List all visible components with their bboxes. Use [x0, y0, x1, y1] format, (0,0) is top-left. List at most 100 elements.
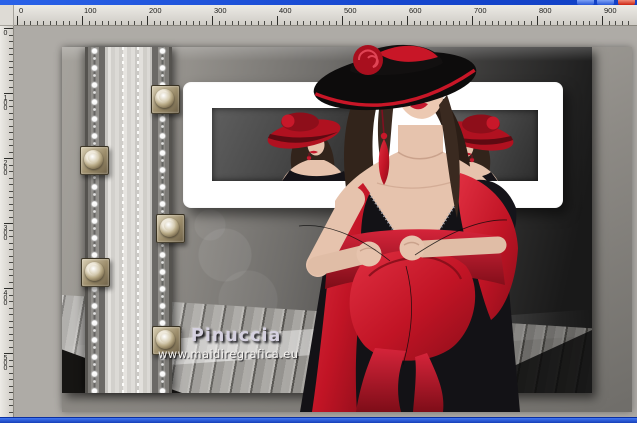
ruler-tick — [485, 21, 486, 25]
image-canvas[interactable]: Pinuccia www.maidiregrafica.eu — [13, 25, 637, 417]
ruler-tick — [9, 243, 13, 244]
ruler-tick — [9, 35, 13, 36]
ruler-tick — [557, 21, 558, 25]
ruler-tick — [583, 21, 584, 25]
ruler-tick — [355, 21, 356, 25]
ruler-tick — [563, 21, 564, 25]
ruler-tick — [9, 48, 13, 49]
ruler-tick — [375, 21, 376, 25]
ruler-label: 800 — [539, 6, 552, 15]
ruler-tick — [9, 327, 13, 328]
ruler-tick — [420, 21, 421, 25]
ruler-tick — [121, 21, 122, 25]
maximize-button[interactable] — [597, 0, 614, 5]
ruler-tick — [102, 21, 103, 25]
ruler-tick — [9, 347, 13, 348]
ruler-tick — [394, 21, 395, 25]
ruler-tick — [4, 158, 13, 159]
ruler-tick — [427, 21, 428, 25]
ruler-label: 500 — [2, 355, 8, 370]
ruler-tick — [9, 184, 13, 185]
ruler-tick — [9, 139, 13, 140]
ruler-tick — [4, 28, 13, 29]
ruler-tick — [4, 288, 13, 289]
ruler-tick — [63, 21, 64, 25]
metal-stud — [80, 146, 109, 175]
ruler-label: 200 — [2, 160, 8, 175]
ruler-tick — [9, 191, 13, 192]
ruler-tick — [381, 21, 382, 25]
ruler-tick — [9, 152, 13, 153]
ruler-tick — [9, 165, 13, 166]
ruler-tick — [362, 21, 363, 25]
ruler-tick — [9, 275, 13, 276]
ruler-tick — [505, 21, 506, 25]
ruler-tick — [9, 301, 13, 302]
ruler-tick — [89, 21, 90, 25]
close-button[interactable] — [618, 0, 635, 5]
ruler-tick — [4, 93, 13, 94]
ruler-tick — [76, 21, 77, 25]
ruler-tick — [264, 21, 265, 25]
ruler-label: 500 — [344, 6, 357, 15]
ruler-tick — [9, 334, 13, 335]
ruler-tick — [9, 405, 13, 406]
ruler-tick — [9, 386, 13, 387]
ruler-tick — [368, 21, 369, 25]
ruler-tick — [9, 308, 13, 309]
ruler-label: 900 — [604, 6, 617, 15]
ruler-tick — [576, 21, 577, 25]
website-text: www.maidiregrafica.eu — [158, 347, 298, 361]
ruler-tick — [9, 249, 13, 250]
ruler-left[interactable]: 0100200300400500 — [0, 25, 14, 417]
ruler-tick — [9, 113, 13, 114]
ruler-tick — [303, 21, 304, 25]
ruler-tick — [82, 16, 83, 25]
ruler-tick — [219, 21, 220, 25]
ruler-label: 0 — [2, 30, 8, 35]
ruler-tick — [160, 21, 161, 25]
ruler-tick — [349, 21, 350, 25]
ruler-tick — [472, 16, 473, 25]
ruler-tick — [9, 269, 13, 270]
ruler-corner — [0, 5, 14, 26]
stitch-line — [137, 47, 139, 393]
ruler-tick — [9, 54, 13, 55]
ruler-tick — [108, 21, 109, 25]
ruler-tick — [238, 21, 239, 25]
ruler-tick — [9, 321, 13, 322]
ruler-tick — [479, 21, 480, 25]
ruler-tick — [433, 21, 434, 25]
ruler-tick — [9, 204, 13, 205]
ruler-tick — [9, 236, 13, 237]
titlebar[interactable] — [0, 0, 637, 5]
ruler-tick — [596, 21, 597, 25]
ruler-tick — [622, 21, 623, 25]
ruler-tick — [342, 16, 343, 25]
ruler-tick — [9, 80, 13, 81]
ruler-tick — [388, 21, 389, 25]
ruler-tick — [9, 399, 13, 400]
ruler-tick — [9, 230, 13, 231]
ruler-tick — [37, 21, 38, 25]
ruler-tick — [9, 87, 13, 88]
ruler-tick — [466, 21, 467, 25]
ruler-tick — [128, 21, 129, 25]
ruler-tick — [9, 412, 13, 413]
ruler-tick — [69, 21, 70, 25]
ruler-tick — [492, 21, 493, 25]
ruler-tick — [30, 21, 31, 25]
minimize-button[interactable] — [577, 0, 594, 5]
ruler-label: 400 — [279, 6, 292, 15]
app-window: 0100200300400500600700800900 01002003004… — [0, 0, 637, 423]
ruler-tick — [407, 16, 408, 25]
ruler-tick — [9, 132, 13, 133]
ruler-top[interactable]: 0100200300400500600700800900 — [13, 5, 637, 26]
ruler-tick — [9, 126, 13, 127]
ruler-tick — [336, 21, 337, 25]
ruler-tick — [9, 67, 13, 68]
ruler-tick — [147, 16, 148, 25]
ruler-label: 300 — [214, 6, 227, 15]
ruler-tick — [271, 21, 272, 25]
ruler-tick — [609, 21, 610, 25]
